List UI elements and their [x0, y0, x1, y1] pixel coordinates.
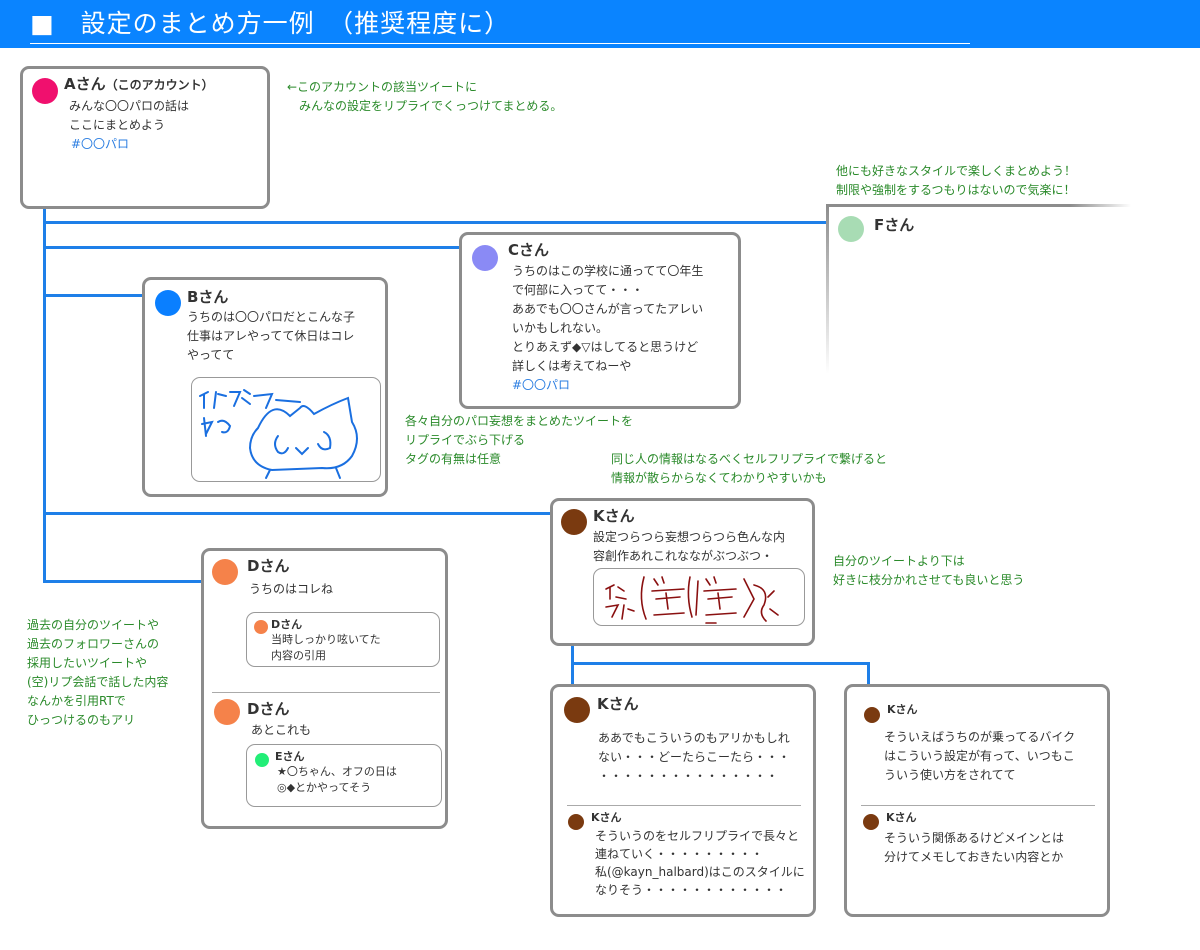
- avatar: [32, 78, 58, 104]
- quoted-tweet[interactable]: Eさん ★〇ちゃん、オフの日は ◎◆とかやってそう: [246, 744, 442, 807]
- connector-line: [43, 221, 828, 224]
- user-name: Dさん: [247, 557, 290, 575]
- avatar: [212, 559, 238, 585]
- user-name: Kさん: [887, 703, 918, 716]
- user-name: Dさん: [247, 700, 290, 718]
- user-name: Kさん: [886, 811, 917, 824]
- note-reply: 各々自分のパロ妄想をまとめたツイートを リプライでぶら下げる タグの有無は任意: [405, 414, 634, 466]
- connector-line: [571, 662, 870, 665]
- tweet-text: うちのはコレね: [249, 582, 334, 596]
- quoted-text: 当時しっかり呟いてた 内容の引用: [271, 633, 381, 662]
- avatar: [863, 814, 879, 830]
- tweet-text: そういうのをセルフリプライで長々と 連ねていく・・・・・・・・・ 私(@kayn_…: [595, 829, 805, 897]
- avatar: [561, 509, 587, 535]
- avatar: [255, 753, 269, 767]
- connector-line: [867, 662, 870, 686]
- user-name: Kさん: [591, 811, 622, 824]
- tweet-card-b: Bさん うちのは〇〇パロだとこんな子 仕事はアレやってて休日はコレ やってて: [142, 277, 388, 497]
- divider: [212, 692, 440, 693]
- hashtag-link[interactable]: #〇〇パロ: [71, 135, 189, 154]
- quoted-tweet[interactable]: Dさん 当時しっかり呟いてた 内容の引用: [246, 612, 440, 667]
- note-quote: 過去の自分のツイートや 過去のフォロワーさんの 採用したいツイートや (空)リプ会話…: [27, 618, 169, 727]
- tweet-card-f: Fさん: [826, 204, 1136, 379]
- illustration-image[interactable]: [191, 377, 381, 482]
- tweet-card-k2: Kさん ああでもこういうのもアリかもしれ ない・・・どーたらこーたら・・・ ・・・・…: [550, 684, 816, 917]
- connector-line: [43, 246, 461, 249]
- avatar: [568, 814, 584, 830]
- avatar: [214, 699, 240, 725]
- page-title: ■ 設定のまとめ方一例 （推奨程度に）: [30, 4, 970, 44]
- avatar: [472, 245, 498, 271]
- avatar: [838, 216, 864, 242]
- note-self-reply: 同じ人の情報はなるべくセルフリプライで繋げると 情報が散らからなくてわかりやすいか…: [611, 452, 888, 485]
- quoted-user-name: Eさん: [275, 750, 305, 763]
- user-name: Bさん: [187, 288, 229, 306]
- tweet-text: そういう関係あるけどメインとは 分けてメモしておきたい内容とか: [884, 831, 1065, 864]
- divider: [567, 805, 801, 806]
- note-branch: 自分のツイートより下は 好きに枝分かれさせても良いと思う: [833, 554, 1025, 587]
- tweet-card-k3: Kさん そういえばうちのが乗ってるバイク はこういう設定が有って、いつもこ ういう使…: [844, 684, 1110, 917]
- tweet-card-a: Aさん（このアカウント） みんな〇〇パロの話は ここにまとめよう #〇〇パロ: [20, 66, 270, 209]
- user-name: Kさん: [593, 507, 635, 525]
- tweet-text: 設定つらつら妄想つらつら色んな内 容創作あれこれなながぶつぶつ・: [593, 530, 786, 563]
- note-style: 他にも好きなスタイルで楽しくまとめよう！ 制限や強制をするつもりはないので気楽に！: [836, 164, 1077, 197]
- tweet-text: うちのはこの学校に通ってて〇年生 で何部に入ってて・・・ ああでも〇〇さんが言ってた…: [512, 262, 703, 395]
- tweet-text: うちのは〇〇パロだとこんな子 仕事はアレやってて休日はコレ やってて: [187, 310, 356, 362]
- quoted-text: ★〇ちゃん、オフの日は ◎◆とかやってそう: [277, 765, 397, 794]
- avatar: [564, 697, 590, 723]
- quoted-user-name: Dさん: [271, 618, 303, 631]
- connector-line: [43, 580, 202, 583]
- cat-doodle-icon: [199, 389, 358, 479]
- header-bar: ■ 設定のまとめ方一例 （推奨程度に）: [0, 0, 1200, 48]
- connector-line: [571, 645, 574, 686]
- divider: [861, 805, 1095, 806]
- avatar: [155, 290, 181, 316]
- tweet-text: あとこれも: [251, 723, 312, 737]
- note-top: ←このアカウントの該当ツイートに みんなの設定をリプライでくっつけてまとめる。: [287, 80, 563, 113]
- tweet-text: そういえばうちのが乗ってるバイク はこういう設定が有って、いつもこ ういう使い方をさ…: [884, 730, 1076, 782]
- tweet-text: ああでもこういうのもアリかもしれ ない・・・どーたらこーたら・・・ ・・・・・・・・…: [598, 731, 791, 783]
- tweet-card-d: Dさん うちのはコレね Dさん 当時しっかり呟いてた 内容の引用 Dさん あとこれ…: [201, 548, 448, 829]
- hashtag-link[interactable]: #〇〇パロ: [512, 376, 703, 395]
- tweet-card-c: Cさん うちのはこの学校に通ってて〇年生 で何部に入ってて・・・ ああでも〇〇さんが…: [459, 232, 741, 409]
- avatar: [864, 707, 880, 723]
- tweet-text: みんな〇〇パロの話は ここにまとめよう #〇〇パロ: [69, 97, 189, 154]
- connector-line: [43, 512, 552, 515]
- user-name: Fさん: [874, 216, 915, 234]
- connector-line: [43, 208, 46, 583]
- avatar: [254, 620, 268, 634]
- tweet-card-k1: Kさん 設定つらつら妄想つらつら色んな内 容創作あれこれなながぶつぶつ・: [550, 498, 815, 646]
- connector-line: [43, 294, 144, 297]
- illustration-image[interactable]: [593, 568, 805, 626]
- doodle-image-icon: [605, 576, 779, 624]
- user-name: Cさん: [508, 241, 550, 259]
- user-name: Kさん: [597, 695, 639, 713]
- user-name: Aさん（このアカウント）: [64, 75, 214, 93]
